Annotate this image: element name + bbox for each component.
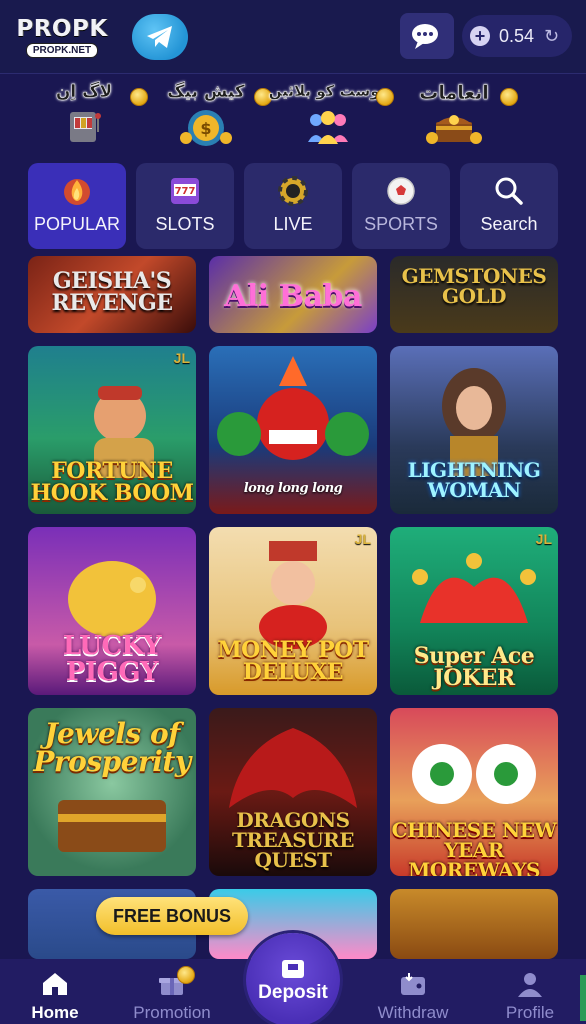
nav-withdraw[interactable]: Withdraw [358, 971, 468, 1023]
balance-pill: + 0.54 ↻ [462, 15, 572, 57]
deposit-button[interactable]: Deposit [246, 933, 340, 1024]
logo-wordmark: PROPK [16, 15, 108, 42]
quick-login-label: لاگ اِن [55, 82, 113, 102]
nav-home[interactable]: Home [0, 971, 110, 1023]
nav-home-label: Home [31, 1003, 79, 1022]
game-tile[interactable]: DRAGONS TREASURE QUEST [209, 708, 377, 876]
tab-search[interactable]: Search [460, 163, 558, 249]
game-title: Jewels of Prosperity [33, 717, 191, 778]
quick-cashback-label: کیش بیگ [167, 82, 245, 102]
side-strip [580, 975, 586, 1021]
nav-promotion[interactable]: Promotion [117, 971, 227, 1023]
coin-icon [500, 88, 518, 106]
free-bonus-badge[interactable]: FREE BONUS [96, 897, 248, 935]
friends-icon [304, 106, 352, 151]
game-title: LIGHTNING WOMAN [407, 458, 541, 502]
balance-value: 0.54 [499, 25, 535, 46]
svg-text:$: $ [200, 119, 211, 138]
flame-icon [63, 176, 91, 206]
slot-machine-icon [67, 108, 101, 151]
game-tile[interactable]: JL FORTUNE HOOK BOOM [28, 346, 196, 514]
game-tile[interactable] [390, 889, 558, 959]
tab-sports-label: SPORTS [364, 214, 438, 234]
treasure-chest-icon [426, 110, 482, 151]
tab-slots-label: SLOTS [155, 214, 215, 234]
cashback-icon: $ [178, 108, 234, 153]
game-title: GEISHA'S REVENGE [51, 268, 173, 316]
home-icon [43, 973, 67, 995]
quick-rewards-label: انعامات [419, 82, 489, 104]
game-tile[interactable]: long long long [209, 346, 377, 514]
refresh-icon[interactable]: ↻ [544, 26, 559, 47]
nav-profile-label: Profile [505, 1003, 555, 1022]
game-tile[interactable]: GEMSTONES GOLD [390, 256, 558, 333]
tab-search-label: Search [480, 214, 538, 234]
quick-rewards[interactable]: انعامات [408, 82, 518, 160]
add-funds-icon[interactable]: + [470, 26, 490, 46]
quick-login[interactable]: لاگ اِن [44, 82, 148, 160]
logo-domain: PROPK.NET [25, 42, 99, 58]
game-title: long long long [243, 481, 343, 496]
game-tile[interactable]: LUCKY PIGGY [28, 527, 196, 695]
nav-promotion-label: Promotion [133, 1003, 211, 1022]
game-tile[interactable]: JL MONEY POT DELUXE [209, 527, 377, 695]
user-icon [518, 973, 542, 997]
telegram-icon[interactable] [132, 13, 188, 60]
tab-popular[interactable]: POPULAR [28, 163, 126, 249]
deposit-icon [282, 960, 304, 978]
coin-icon [376, 88, 394, 106]
jl-badge: JL [354, 531, 371, 547]
wallet-icon [401, 973, 425, 995]
promotion-coin-icon [177, 966, 195, 984]
game-title: Super Ace JOKER [413, 643, 535, 691]
nav-profile[interactable]: Profile [475, 971, 585, 1023]
game-title: FORTUNE HOOK BOOM [30, 458, 194, 506]
football-icon [386, 176, 416, 206]
quick-links: لاگ اِن کیش بیگ $ دوست کو بلائیں انعامات [0, 82, 586, 160]
game-title: MONEY POT DELUXE [217, 637, 369, 685]
quick-refer[interactable]: دوست کو بلائیں [269, 82, 394, 160]
tab-sports[interactable]: SPORTS [352, 163, 450, 249]
tab-live[interactable]: LIVE [244, 163, 342, 249]
game-tile[interactable]: Ali Baba [209, 256, 377, 333]
quick-refer-label: دوست کو بلائیں [268, 82, 388, 100]
propk-logo[interactable]: PROPK PROPK.NET [16, 12, 108, 62]
game-title: CHINESE NEW YEAR MOREWAYS [391, 818, 557, 876]
quick-cashback[interactable]: کیش بیگ $ [166, 82, 272, 160]
poker-chip-icon [278, 176, 308, 206]
tab-slots[interactable]: 777 SLOTS [136, 163, 234, 249]
jl-badge: JL [173, 350, 190, 366]
game-title: Ali Baba [224, 279, 362, 314]
game-tile[interactable]: LIGHTNING WOMAN [390, 346, 558, 514]
jl-badge: JL [535, 531, 552, 547]
game-tile[interactable]: GEISHA'S REVENGE [28, 256, 196, 333]
game-tile[interactable]: JL Super Ace JOKER [390, 527, 558, 695]
deposit-label: Deposit [258, 982, 328, 1003]
nav-withdraw-label: Withdraw [377, 1003, 449, 1022]
game-tile[interactable]: CHINESE NEW YEAR MOREWAYS [390, 708, 558, 876]
game-title: DRAGONS TREASURE QUEST [231, 808, 355, 872]
tab-live-label: LIVE [273, 214, 313, 234]
game-tile[interactable]: Jewels of Prosperity [28, 708, 196, 876]
chat-button[interactable] [400, 13, 454, 59]
slots-icon: 777 [169, 176, 201, 206]
coin-icon [130, 88, 148, 106]
tab-popular-label: POPULAR [33, 214, 121, 234]
game-title: LUCKY PIGGY [62, 631, 162, 687]
svg-text:777: 777 [175, 186, 196, 197]
search-icon [494, 176, 524, 206]
game-title: GEMSTONES GOLD [401, 264, 547, 308]
chat-bubbles-icon [412, 24, 438, 49]
